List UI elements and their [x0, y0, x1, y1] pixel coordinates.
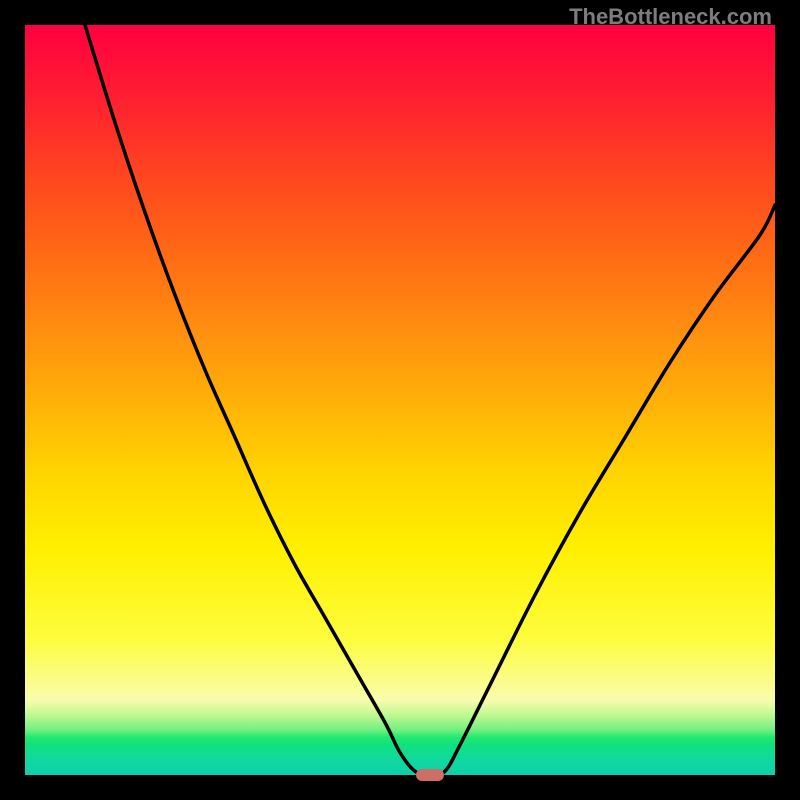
minimum-marker — [416, 769, 444, 781]
chart-container: TheBottleneck.com — [0, 0, 800, 800]
bottleneck-curve — [25, 25, 775, 775]
plot-area — [25, 25, 775, 775]
watermark-text: TheBottleneck.com — [569, 4, 772, 30]
